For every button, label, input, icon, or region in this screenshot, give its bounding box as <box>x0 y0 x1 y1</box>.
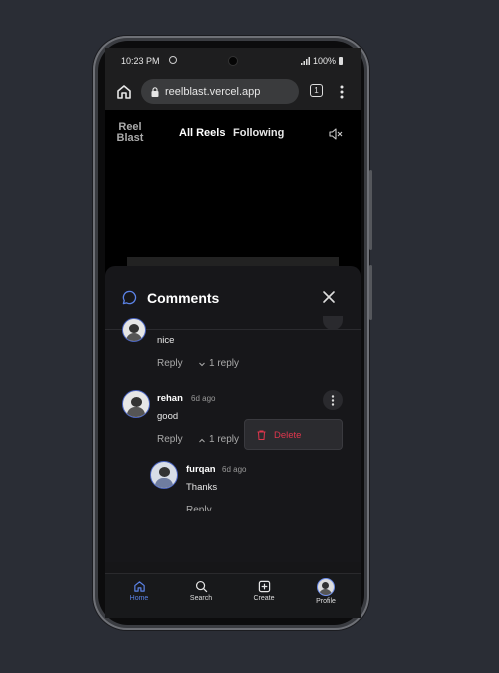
browser-menu-icon[interactable] <box>337 84 347 100</box>
comment-time: 6d ago <box>191 394 216 403</box>
battery-icon <box>339 57 343 65</box>
signal-icon <box>300 57 310 65</box>
lock-icon <box>151 86 159 97</box>
comment-author[interactable]: rehan <box>157 393 183 404</box>
browser-home-icon[interactable] <box>115 83 133 101</box>
comment-bubble-icon <box>122 290 137 305</box>
chevron-up-icon <box>199 438 205 443</box>
status-right: 100% <box>300 56 343 66</box>
more-vertical-icon <box>331 394 335 406</box>
nav-search-label: Search <box>189 595 213 602</box>
reply-time: 6d ago <box>222 465 247 474</box>
nav-profile-label: Profile <box>316 598 336 605</box>
tab-all-reels[interactable]: All Reels <box>179 127 225 139</box>
tab-switcher-button[interactable]: 1 <box>310 84 323 97</box>
battery-percent: 100% <box>312 56 336 66</box>
comment-text: good <box>157 411 179 422</box>
close-icon[interactable] <box>322 290 336 304</box>
reply-button[interactable]: Reply <box>157 434 183 445</box>
status-time: 10:23 PM <box>121 56 160 66</box>
more-options-button[interactable] <box>323 390 343 410</box>
view-replies-button[interactable]: 1 reply <box>209 358 239 369</box>
avatar <box>317 578 335 596</box>
avatar[interactable] <box>150 461 178 489</box>
status-bar: 10:23 PM 100% <box>105 48 361 74</box>
reply-button[interactable]: Reply <box>186 505 212 511</box>
phone-screen: 10:23 PM 100% reelblast.vercel.app 1 Ree… <box>105 48 361 618</box>
search-icon <box>195 580 207 593</box>
nav-home-label: Home <box>129 595 149 602</box>
video-edge <box>127 257 339 266</box>
trash-icon <box>257 430 266 440</box>
comment-text: nice <box>157 335 175 346</box>
tab-following[interactable]: Following <box>233 127 284 139</box>
app-logo[interactable]: Reel Blast <box>115 122 145 144</box>
reply-text: Thanks <box>186 482 218 493</box>
logo-line2: Blast <box>116 132 144 144</box>
mute-icon[interactable] <box>329 128 343 140</box>
spotify-icon <box>169 56 177 64</box>
comment-context-menu: Delete <box>244 419 343 450</box>
avatar[interactable] <box>122 318 146 342</box>
nav-profile[interactable]: Profile <box>306 578 346 605</box>
nav-search[interactable]: Search <box>181 580 221 602</box>
comments-sheet: Comments nice Reply 1 reply rehan 6d ago <box>105 266 361 618</box>
address-bar[interactable]: reelblast.vercel.app <box>141 79 299 104</box>
reply-author[interactable]: furqan <box>186 464 216 475</box>
nav-home[interactable]: Home <box>119 580 159 602</box>
delete-button[interactable]: Delete <box>274 430 301 441</box>
app-header: Reel Blast All Reels Following <box>105 110 361 160</box>
phone-side-button <box>369 170 372 250</box>
chevron-down-icon <box>199 362 205 367</box>
phone-power-button <box>369 265 372 320</box>
nav-create-label: Create <box>253 595 275 602</box>
home-icon <box>133 581 145 592</box>
browser-toolbar: reelblast.vercel.app 1 <box>105 74 361 110</box>
comments-title: Comments <box>147 290 220 306</box>
plus-square-icon <box>258 580 270 593</box>
bottom-nav: Home Search Create Profile <box>105 573 361 618</box>
url-text: reelblast.vercel.app <box>165 85 261 98</box>
reply-button[interactable]: Reply <box>157 358 183 369</box>
nav-create[interactable]: Create <box>244 580 284 602</box>
hide-replies-button[interactable]: 1 reply <box>209 434 239 445</box>
front-camera <box>228 56 238 66</box>
avatar[interactable] <box>122 390 150 418</box>
